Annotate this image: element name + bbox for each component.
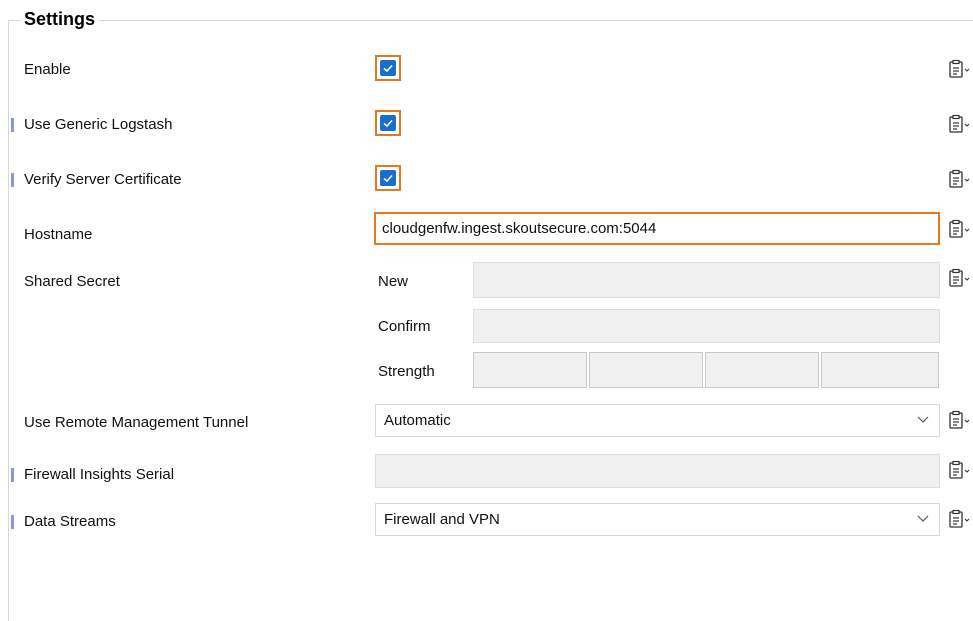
clipboard-menu-icon[interactable] (948, 59, 972, 79)
strength-segment (589, 352, 703, 388)
checkmark-icon (383, 64, 393, 73)
clipboard-menu-icon[interactable] (948, 460, 972, 480)
data-streams-select[interactable]: Firewall and VPN (375, 503, 940, 536)
checkmark-icon (383, 174, 393, 183)
verify-cert-label: Verify Server Certificate (24, 171, 182, 188)
clipboard-menu-icon[interactable] (948, 410, 972, 430)
modified-marker (11, 118, 14, 132)
remote-tunnel-label: Use Remote Management Tunnel (24, 414, 249, 431)
remote-tunnel-value: Automatic (384, 412, 451, 429)
generic-logstash-checkbox[interactable] (375, 110, 401, 136)
confirm-secret-label: Confirm (378, 318, 431, 335)
chevron-down-icon (917, 515, 929, 522)
modified-marker (11, 468, 14, 482)
verify-cert-checkbox[interactable] (375, 165, 401, 191)
strength-segment (705, 352, 819, 388)
modified-marker (11, 515, 14, 529)
clipboard-menu-icon[interactable] (948, 169, 972, 189)
shared-secret-label: Shared Secret (24, 273, 120, 290)
insights-serial-label: Firewall Insights Serial (24, 466, 175, 483)
chevron-down-icon (917, 416, 929, 423)
clipboard-menu-icon[interactable] (948, 509, 972, 529)
new-secret-field[interactable] (473, 262, 940, 298)
confirm-secret-field[interactable] (473, 309, 940, 343)
insights-serial-field[interactable] (375, 454, 940, 488)
settings-group-title: Settings (20, 9, 100, 30)
checkmark-icon (383, 119, 393, 128)
modified-marker (11, 173, 14, 187)
strength-segment (473, 352, 587, 388)
hostname-label: Hostname (24, 226, 93, 243)
strength-label: Strength (378, 363, 435, 380)
remote-tunnel-select[interactable]: Automatic (375, 404, 940, 437)
enable-checkbox[interactable] (375, 55, 401, 81)
enable-label: Enable (24, 61, 71, 78)
data-streams-value: Firewall and VPN (384, 511, 500, 528)
data-streams-label: Data Streams (24, 513, 116, 530)
strength-segment (821, 352, 939, 388)
clipboard-menu-icon[interactable] (948, 219, 972, 239)
hostname-input[interactable]: cloudgenfw.ingest.skoutsecure.com:5044 (374, 212, 940, 245)
clipboard-menu-icon[interactable] (948, 114, 972, 134)
new-secret-label: New (378, 273, 409, 290)
generic-logstash-label: Use Generic Logstash (24, 116, 173, 133)
clipboard-menu-icon[interactable] (948, 268, 972, 288)
